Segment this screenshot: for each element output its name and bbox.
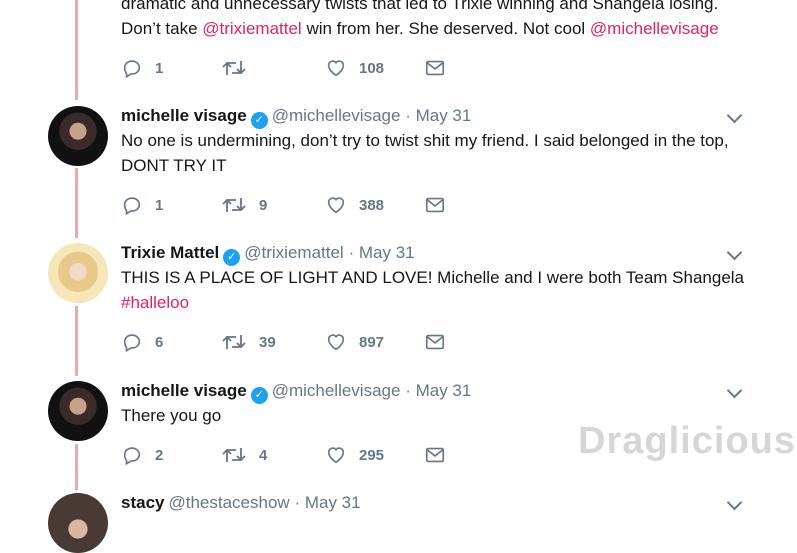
retweet-count: 4 — [259, 446, 268, 464]
mention-link[interactable]: @trixiemattel — [202, 19, 301, 38]
reply-count: 6 — [155, 333, 164, 351]
tweet-header: michelle visage ✓ @michellevisage · May 31 — [121, 106, 471, 129]
like-button[interactable]: 388 — [325, 194, 384, 216]
reply-button[interactable]: 1 — [121, 57, 163, 79]
retweet-icon — [222, 61, 246, 75]
watermark-logo: Draglicious — [578, 420, 796, 462]
avatar[interactable] — [48, 381, 108, 441]
like-count: 897 — [359, 333, 385, 351]
retweet-count: 39 — [259, 333, 276, 351]
display-name[interactable]: michelle visage — [121, 381, 247, 400]
tweet-text: No one is undermining, don’t try to twis… — [121, 131, 729, 175]
message-icon — [425, 197, 445, 213]
avatar[interactable] — [48, 493, 108, 553]
username[interactable]: @michellevisage — [272, 381, 401, 400]
like-icon — [327, 447, 345, 464]
chevron-down-icon[interactable] — [726, 382, 743, 399]
reply-count: 2 — [155, 446, 164, 464]
message-button[interactable] — [424, 331, 446, 353]
separator: · — [405, 381, 411, 400]
chevron-down-icon[interactable] — [726, 494, 743, 511]
chevron-down-icon[interactable] — [726, 244, 743, 261]
like-button[interactable]: 295 — [325, 444, 384, 466]
tweet-header: michelle visage ✓ @michellevisage · May 31 — [121, 381, 471, 404]
reply-button[interactable]: 1 — [121, 194, 163, 216]
timestamp[interactable]: May 31 — [416, 381, 472, 400]
separator: · — [294, 493, 301, 512]
verified-icon: ✓ — [223, 249, 241, 266]
reply-icon — [123, 197, 141, 216]
reply-icon — [123, 60, 141, 79]
retweet-button[interactable]: 39 — [221, 331, 276, 353]
message-button[interactable] — [424, 194, 446, 216]
thread-line — [75, 444, 78, 490]
message-icon — [425, 334, 445, 350]
thread-line — [75, 168, 78, 238]
like-icon — [327, 197, 345, 214]
display-name[interactable]: michelle visage — [121, 106, 247, 125]
reply-icon — [123, 447, 141, 466]
username[interactable]: @thestaceshow — [168, 493, 289, 512]
like-count: 388 — [359, 196, 385, 214]
thread-line — [75, 0, 78, 100]
reply-count: 1 — [155, 59, 164, 77]
reply-button[interactable]: 6 — [121, 331, 163, 353]
retweet-count: 9 — [259, 196, 268, 214]
like-count: 108 — [359, 59, 385, 77]
username[interactable]: @michellevisage — [272, 106, 401, 125]
retweet-icon — [222, 198, 246, 212]
like-icon — [327, 334, 345, 351]
message-button[interactable] — [424, 444, 446, 466]
reply-icon — [123, 334, 141, 353]
thread-line — [75, 306, 78, 376]
avatar[interactable] — [48, 243, 108, 303]
retweet-button[interactable] — [221, 57, 259, 79]
separator: · — [348, 243, 355, 262]
like-button[interactable]: 108 — [325, 57, 384, 79]
tweet-header: Trixie Mattel ✓ @trixiemattel · May 31 — [121, 243, 415, 266]
avatar[interactable] — [48, 106, 108, 166]
retweet-button[interactable]: 4 — [221, 444, 267, 466]
message-button[interactable] — [424, 57, 446, 79]
tweet-header: stacy @thestaceshow · May 31 — [121, 493, 361, 513]
verified-icon: ✓ — [250, 387, 268, 404]
mention-link[interactable]: @michellevisage — [590, 19, 719, 38]
like-count: 295 — [359, 446, 385, 464]
tweet-text: dramatic and unnecessary twists that led… — [121, 0, 719, 38]
message-icon — [425, 60, 445, 76]
display-name[interactable]: stacy — [121, 493, 164, 512]
retweet-icon — [222, 335, 246, 349]
retweet-icon — [222, 448, 246, 462]
reply-button[interactable]: 2 — [121, 444, 163, 466]
like-icon — [327, 60, 345, 77]
display-name[interactable]: Trixie Mattel — [121, 243, 219, 262]
separator: · — [405, 106, 411, 125]
retweet-button[interactable]: 9 — [221, 194, 267, 216]
chevron-down-icon[interactable] — [726, 107, 743, 124]
timestamp[interactable]: May 31 — [359, 243, 415, 262]
reply-count: 1 — [155, 196, 164, 214]
username[interactable]: @trixiemattel — [244, 243, 343, 262]
verified-icon: ✓ — [250, 112, 268, 129]
timestamp[interactable]: May 31 — [416, 106, 472, 125]
timestamp[interactable]: May 31 — [305, 493, 361, 512]
tweet-text: THIS IS A PLACE OF LIGHT AND LOVE! Miche… — [121, 268, 744, 312]
hashtag-link[interactable]: #halleloo — [121, 293, 189, 312]
like-button[interactable]: 897 — [325, 331, 384, 353]
message-icon — [425, 447, 445, 463]
